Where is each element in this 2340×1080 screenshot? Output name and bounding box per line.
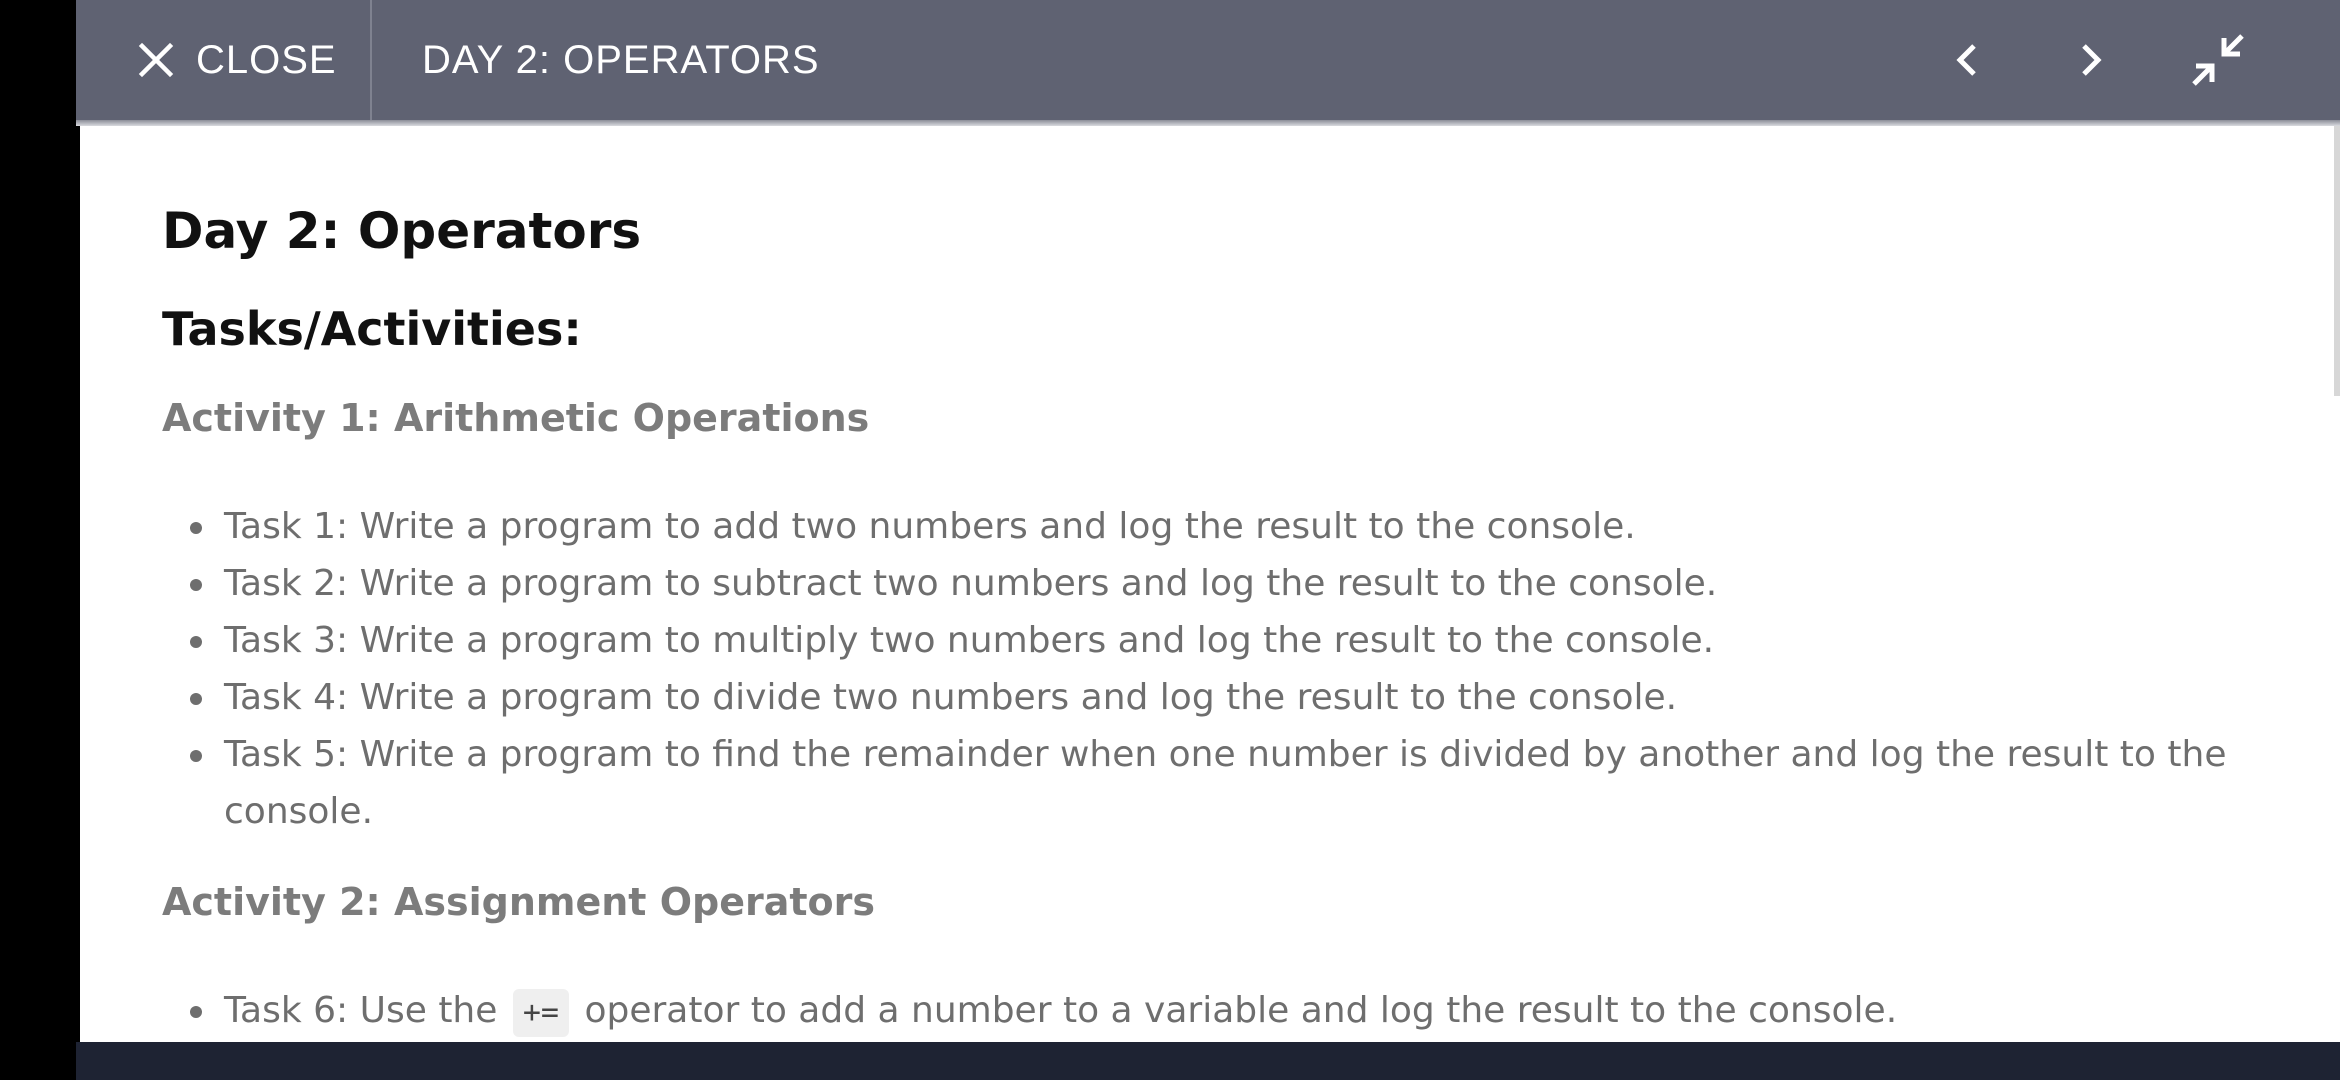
scrollbar[interactable] xyxy=(2334,126,2340,396)
toolbar-divider xyxy=(370,0,372,120)
section-heading: Tasks/Activities: xyxy=(162,302,582,356)
chevron-left-icon xyxy=(1956,44,1976,76)
activity-heading: Activity 1: Arithmetic Operations xyxy=(162,396,870,440)
close-label: CLOSE xyxy=(196,37,337,82)
list-item: Task 3: Write a program to multiply two … xyxy=(162,612,2292,669)
close-button[interactable]: CLOSE xyxy=(136,0,337,120)
toolbar: CLOSE DAY 2: OPERATORS xyxy=(76,0,2340,120)
task-text: Task 6: Use the xyxy=(224,990,498,1031)
bottom-navigation-bar xyxy=(76,1042,2340,1080)
list-item: Task 6: Use the += operator to add a num… xyxy=(162,982,2292,1039)
list-item: Task 4: Write a program to divide two nu… xyxy=(162,669,2292,726)
list-item: Task 2: Write a program to subtract two … xyxy=(162,555,2292,612)
task-list: Task 1: Write a program to add two numbe… xyxy=(162,498,2292,840)
toolbar-title: DAY 2: OPERATORS xyxy=(422,38,820,82)
task-text: operator to add a number to a variable a… xyxy=(584,990,1898,1031)
list-item: Task 1: Write a program to add two numbe… xyxy=(162,498,2292,555)
activity-heading: Activity 2: Assignment Operators xyxy=(162,880,875,924)
task-list: Task 6: Use the += operator to add a num… xyxy=(162,982,2292,1039)
document-content[interactable]: Day 2: Operators Tasks/Activities: Activ… xyxy=(80,126,2340,1042)
previous-button[interactable] xyxy=(1938,30,1998,90)
page-title: Day 2: Operators xyxy=(162,202,642,260)
left-edge-strip xyxy=(0,0,76,1080)
minimize-button[interactable] xyxy=(2188,30,2248,90)
list-item: Task 5: Write a program to find the rema… xyxy=(162,726,2292,840)
minimize-icon xyxy=(2192,34,2244,86)
close-icon xyxy=(138,42,174,78)
next-button[interactable] xyxy=(2060,30,2120,90)
chevron-right-icon xyxy=(2082,44,2102,76)
inline-code: += xyxy=(512,989,569,1037)
more-options-button[interactable] xyxy=(2336,30,2340,90)
